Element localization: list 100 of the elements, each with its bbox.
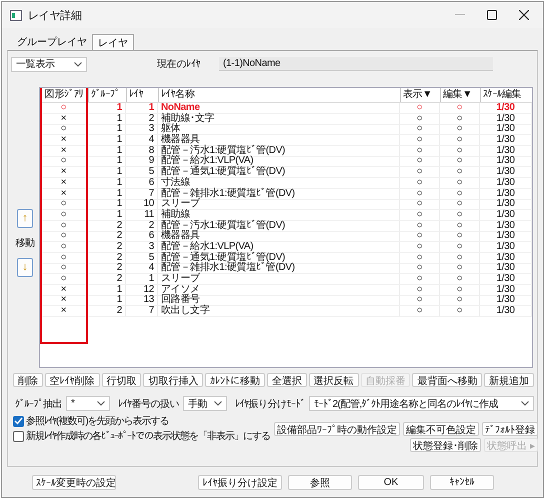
column-header[interactable]: ｸﾞﾙｰﾌﾟ: [88, 88, 126, 102]
edit-cell: ○: [440, 231, 480, 242]
display-cell: ○: [400, 114, 440, 125]
tab[interactable]: グループレイヤ: [12, 34, 92, 50]
scale-cell: 1/30: [480, 188, 532, 200]
layer-number-cell: 7: [126, 306, 158, 318]
column-header[interactable]: ｽｹｰﾙ編集: [480, 88, 532, 102]
state-button[interactable]: 状態登録･削除: [410, 438, 482, 452]
layer-number-cell: 1: [126, 274, 158, 285]
dialog-button[interactable]: ｷｬﾝｾﾙ: [430, 474, 494, 490]
column-header[interactable]: 表示▼: [400, 88, 440, 102]
action-button[interactable]: 全選択: [266, 373, 307, 387]
dialog-button[interactable]: 参照: [288, 474, 352, 490]
filter-label: ﾚｲﾔ番号の扱い: [118, 398, 179, 410]
figure-cell: ×: [40, 114, 88, 125]
scale-cell: 1/30: [480, 252, 532, 264]
display-cell: ○: [400, 124, 440, 136]
edit-cell: ○: [440, 199, 480, 210]
figure-cell: ○: [40, 103, 88, 114]
group-cell: 1: [88, 103, 126, 114]
layer-number-cell: 5: [126, 167, 158, 178]
dialog-button[interactable]: ﾚｲﾔ振り分け設定: [198, 474, 282, 490]
action-button[interactable]: 空ﾚｲﾔ削除: [44, 373, 100, 387]
layer-name-cell: 寸法線: [158, 178, 400, 189]
filter-label: ｸﾞﾙｰﾌﾟ抽出: [15, 398, 62, 410]
settings-button[interactable]: 編集不可色設定: [403, 422, 479, 436]
group-cell: 1: [88, 284, 126, 296]
view-dropdown[interactable]: 一覧表示: [11, 56, 87, 72]
figure-cell: ×: [40, 146, 88, 157]
figure-cell: ○: [40, 231, 88, 242]
edit-cell: ○: [440, 146, 480, 157]
figure-cell: ○: [40, 124, 88, 136]
edit-cell: ○: [440, 156, 480, 168]
window-title: レイヤ詳細: [28, 8, 82, 22]
action-button[interactable]: 行切取: [102, 373, 142, 387]
group-cell: 2: [88, 231, 126, 242]
figure-cell: ×: [40, 135, 88, 146]
group-cell: 1: [88, 156, 126, 168]
action-button[interactable]: 削除: [13, 373, 43, 387]
column-header[interactable]: 図形ｼﾞｱﾘ: [40, 88, 88, 102]
action-button[interactable]: 新規追加: [484, 373, 534, 387]
option-checkbox[interactable]: 参照ﾚｲﾔ(複数可)を先頭から表示する: [13, 414, 270, 428]
scale-cell: 1/30: [480, 178, 532, 189]
layer-name-cell: 配管－雑排水1:硬質塩ﾋﾞ管(DV): [158, 263, 400, 274]
group-cell: 1: [88, 167, 126, 178]
edit-cell: ○: [440, 306, 480, 318]
display-cell: ○: [400, 220, 440, 232]
display-cell: ○: [400, 156, 440, 168]
edit-cell: ○: [440, 210, 480, 221]
action-button[interactable]: 最背面へ移動: [412, 373, 482, 387]
settings-button[interactable]: 設備部品ﾜｰﾌﾟ時の動作設定: [274, 422, 400, 436]
group-cell: 2: [88, 274, 126, 285]
close-icon[interactable]: [519, 10, 529, 20]
scale-cell: 1/30: [480, 220, 532, 232]
display-cell: ○: [400, 146, 440, 157]
group-cell: 1: [88, 124, 126, 136]
current-layer-label: 現在のﾚｲﾔ: [157, 58, 202, 71]
layer-name-cell: スリーブ: [158, 274, 400, 285]
scale-cell: 1/30: [480, 295, 532, 306]
chevron-icon: [214, 401, 222, 406]
figure-cell: ×: [40, 295, 88, 306]
action-button[interactable]: ｶﾚﾝﾄに移動: [205, 373, 265, 387]
figure-cell: ○: [40, 199, 88, 210]
group-cell: 2: [88, 263, 126, 274]
filter-dropdown[interactable]: *: [66, 396, 110, 411]
layer-name-cell: NoName: [158, 103, 400, 114]
display-cell: ○: [400, 167, 440, 178]
action-button[interactable]: 切取行挿入: [143, 373, 204, 387]
display-cell: ○: [400, 263, 440, 274]
column-header[interactable]: ﾚｲﾔ名称: [158, 88, 400, 102]
settings-button[interactable]: ﾃﾞﾌｫﾙﾄ登録: [482, 422, 538, 436]
figure-cell: ○: [40, 263, 88, 274]
layer-number-cell: 1: [126, 103, 158, 114]
edit-cell: ○: [440, 263, 480, 274]
filter-dropdown[interactable]: 手動: [183, 396, 227, 411]
option-checkbox[interactable]: 新規ﾚｲﾔ作成時の各ﾋﾞｭｰﾎﾟｰﾄでの表示状態を「非表示」にする: [13, 429, 270, 443]
display-cell: ○: [400, 188, 440, 200]
dialog-button[interactable]: ｽｹｰﾙ変更時の設定: [32, 474, 116, 490]
display-cell: ○: [400, 295, 440, 306]
group-cell: 2: [88, 242, 126, 253]
column-header[interactable]: 編集▼: [440, 88, 480, 102]
layer-number-cell: 6: [126, 231, 158, 242]
checkmark-icon: [14, 417, 23, 425]
move-label: 移動: [15, 236, 35, 250]
dialog-button[interactable]: OK: [358, 474, 424, 490]
layer-number-cell: 5: [126, 252, 158, 264]
maximize-icon[interactable]: [487, 10, 497, 20]
tab[interactable]: レイヤ: [92, 34, 134, 50]
scale-cell: 1/30: [480, 146, 532, 157]
scale-cell: 1/30: [480, 242, 532, 253]
filter-dropdown[interactable]: ﾓｰﾄﾞ2(配管,ﾀﾞｸﾄ用途名称と同名のﾚｲﾔに作成: [309, 396, 534, 411]
layer-number-cell: 8: [126, 146, 158, 157]
group-cell: 1: [88, 188, 126, 200]
layer-number-cell: 12: [126, 284, 158, 296]
action-button[interactable]: 選択反転: [308, 373, 359, 387]
column-header[interactable]: ﾚｲﾔ: [126, 88, 158, 102]
display-cell: ○: [400, 284, 440, 296]
figure-cell: ○: [40, 220, 88, 232]
display-cell: ○: [400, 231, 440, 242]
figure-cell: ○: [40, 156, 88, 168]
